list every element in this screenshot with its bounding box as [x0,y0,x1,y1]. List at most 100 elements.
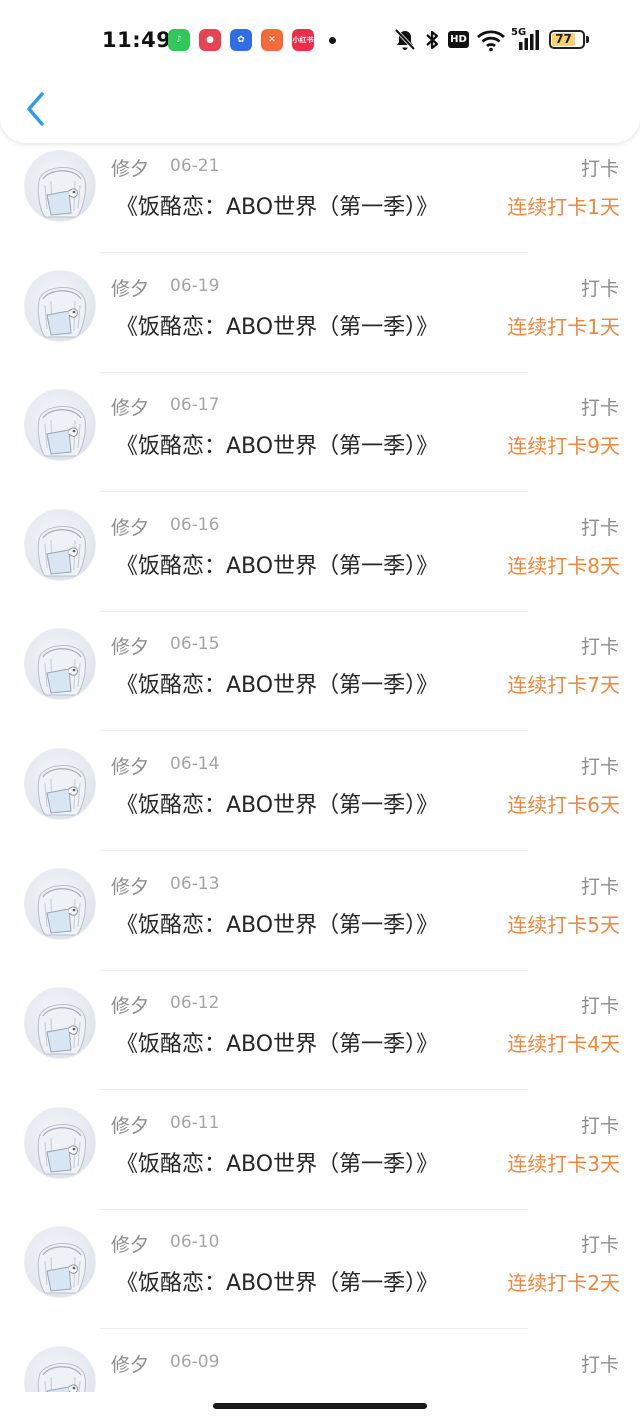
baidu-paw-icon: ✿ [230,29,252,51]
battery-level: 77 [552,33,576,46]
checkin-username: 修夕 [111,636,150,659]
battery-icon: 77 [549,30,585,49]
user-avatar[interactable] [24,508,96,581]
hd-voice-badge: HD [448,31,469,48]
checkin-row[interactable]: 修夕 06-11 打卡 《饭酪恋：ABO世界（第一季）》 连续打卡3天 [0,1090,640,1210]
signal-strength-icon [519,30,539,50]
checkin-row[interactable]: 修夕 06-17 打卡 《饭酪恋：ABO世界（第一季）》 连续打卡9天 [0,372,640,493]
checkin-book-title[interactable]: 《饭酪恋：ABO世界（第一季）》 [116,548,438,580]
checkin-username: 修夕 [111,1354,150,1376]
status-bar: 11:49 ♪ ● ✿ ✕ 小红书 HD 5G 77 [0,20,640,62]
checkin-date: 06-11 [170,1112,220,1133]
sketch-avatar-icon [37,167,86,218]
checkin-book-title[interactable]: 《饭酪恋：ABO世界（第一季）》 [116,1026,438,1058]
checkin-username: 修夕 [111,1234,150,1257]
status-time: 11:49 [102,28,172,52]
user-avatar[interactable] [24,389,96,462]
checkin-book-title[interactable]: 《饭酪恋：ABO世界（第一季）》 [116,1146,438,1178]
weibo-bird-icon: ● [199,29,221,51]
checkin-row[interactable]: 修夕 06-13 打卡 《饭酪恋：ABO世界（第一季）》 连续打卡5天 [0,851,640,971]
checkin-row[interactable]: 修夕 06-14 打卡 《饭酪恋：ABO世界（第一季）》 连续打卡6天 [0,731,640,851]
checkin-list[interactable]: 修夕 06-21 打卡 《饭酪恋：ABO世界（第一季）》 连续打卡1天 修夕 0… [0,0,640,1392]
checkin-username: 修夕 [111,875,150,898]
checkin-book-title[interactable]: 《饭酪恋：ABO世界（第一季）》 [116,1265,438,1297]
sketch-avatar-icon [37,1123,86,1175]
checkin-streak: 连续打卡3天 [507,1151,620,1176]
checkin-date: 06-19 [170,275,220,296]
checkin-book-title[interactable]: 《饭酪恋：ABO世界（第一季）》 [116,667,438,699]
checkin-action-label: 打卡 [580,1114,619,1137]
checkin-row[interactable]: 修夕 06-16 打卡 《饭酪恋：ABO世界（第一季）》 连续打卡8天 [0,492,640,612]
checkin-action-label: 打卡 [580,158,619,180]
little-red-book-icon: 小红书 [292,29,314,51]
checkin-date: 06-12 [170,993,220,1014]
checkin-row[interactable]: 修夕 06-19 打卡 《饭酪恋：ABO世界（第一季）》 连续打卡1天 [0,253,640,373]
checkin-row[interactable]: 修夕 06-12 打卡 《饭酪恋：ABO世界（第一季）》 连续打卡4天 [0,970,640,1091]
checkin-date: 06-10 [170,1232,220,1253]
user-avatar[interactable] [24,269,96,342]
mute-bell-icon [394,28,416,51]
user-avatar[interactable] [24,748,96,820]
checkin-date: 06-13 [170,873,220,894]
checkin-streak: 连续打卡5天 [507,912,620,937]
top-header: 11:49 ♪ ● ✿ ✕ 小红书 HD 5G 77 [0,0,640,143]
checkin-action-label: 打卡 [580,1234,619,1257]
chevron-left-icon [27,92,44,126]
user-avatar[interactable] [24,628,96,701]
checkin-streak: 连续打卡4天 [507,1032,620,1057]
checkin-row[interactable]: 修夕 06-09 打卡 [0,1329,640,1392]
user-avatar[interactable] [24,1346,96,1392]
checkin-streak: 连续打卡6天 [507,793,620,817]
sketch-avatar-icon [37,645,86,696]
checkin-action-label: 打卡 [580,636,619,659]
sketch-avatar-icon [37,1363,86,1392]
sketch-avatar-icon [37,1243,86,1294]
checkin-action-label: 打卡 [580,1354,619,1376]
checkin-streak: 连续打卡1天 [507,195,620,219]
qq-music-icon: ♪ [168,29,190,51]
user-avatar[interactable] [24,1106,96,1179]
checkin-book-title[interactable]: 《饭酪恋：ABO世界（第一季）》 [116,189,438,221]
checkin-date: 06-15 [170,634,220,655]
checkin-book-title[interactable]: 《饭酪恋：ABO世界（第一季）》 [116,787,438,819]
checkin-action-label: 打卡 [580,277,619,300]
checkin-row[interactable]: 修夕 06-15 打卡 《饭酪恋：ABO世界（第一季）》 连续打卡7天 [0,611,640,732]
checkin-action-label: 打卡 [580,995,619,1018]
checkin-username: 修夕 [111,516,150,539]
checkin-streak: 连续打卡8天 [507,553,620,578]
checkin-username: 修夕 [111,756,150,778]
checkin-book-title[interactable]: 《饭酪恋：ABO世界（第一季）》 [116,907,438,939]
battery-cap [586,36,589,43]
checkin-history-screen: 修夕 06-21 打卡 《饭酪恋：ABO世界（第一季）》 连续打卡1天 修夕 0… [0,0,640,1422]
wifi-icon [477,30,505,52]
home-indicator-bar[interactable] [213,1403,427,1409]
checkin-date: 06-09 [170,1352,220,1372]
checkin-action-label: 打卡 [580,397,619,420]
checkin-streak: 连续打卡2天 [507,1271,620,1296]
user-avatar[interactable] [24,150,96,222]
checkin-book-title[interactable]: 《饭酪恋：ABO世界（第一季）》 [116,309,438,341]
checkin-action-label: 打卡 [580,516,619,539]
user-avatar[interactable] [24,987,96,1060]
checkin-book-title[interactable]: 《饭酪恋：ABO世界（第一季）》 [116,428,438,460]
user-avatar[interactable] [24,1226,96,1299]
checkin-streak: 连续打卡1天 [507,314,620,339]
back-button[interactable] [20,88,52,130]
checkin-action-label: 打卡 [580,756,619,778]
checkin-row[interactable]: 修夕 06-21 打卡 《饭酪恋：ABO世界（第一季）》 连续打卡1天 [0,133,640,253]
checkin-date: 06-14 [170,754,220,774]
checkin-username: 修夕 [111,397,150,420]
checkin-row[interactable]: 修夕 06-10 打卡 《饭酪恋：ABO世界（第一季）》 连续打卡2天 [0,1209,640,1330]
checkin-username: 修夕 [111,1114,150,1137]
checkin-username: 修夕 [111,995,150,1018]
bluetooth-icon [426,30,439,50]
checkin-date: 06-21 [170,156,220,176]
sketch-avatar-icon [37,406,86,457]
sketch-avatar-icon [37,765,86,816]
more-notifications-dot [329,37,336,44]
checkin-action-label: 打卡 [580,875,619,898]
user-avatar[interactable] [24,867,96,940]
sketch-avatar-icon [37,286,86,338]
sketch-avatar-icon [37,884,86,936]
checkin-streak: 连续打卡9天 [507,434,620,459]
